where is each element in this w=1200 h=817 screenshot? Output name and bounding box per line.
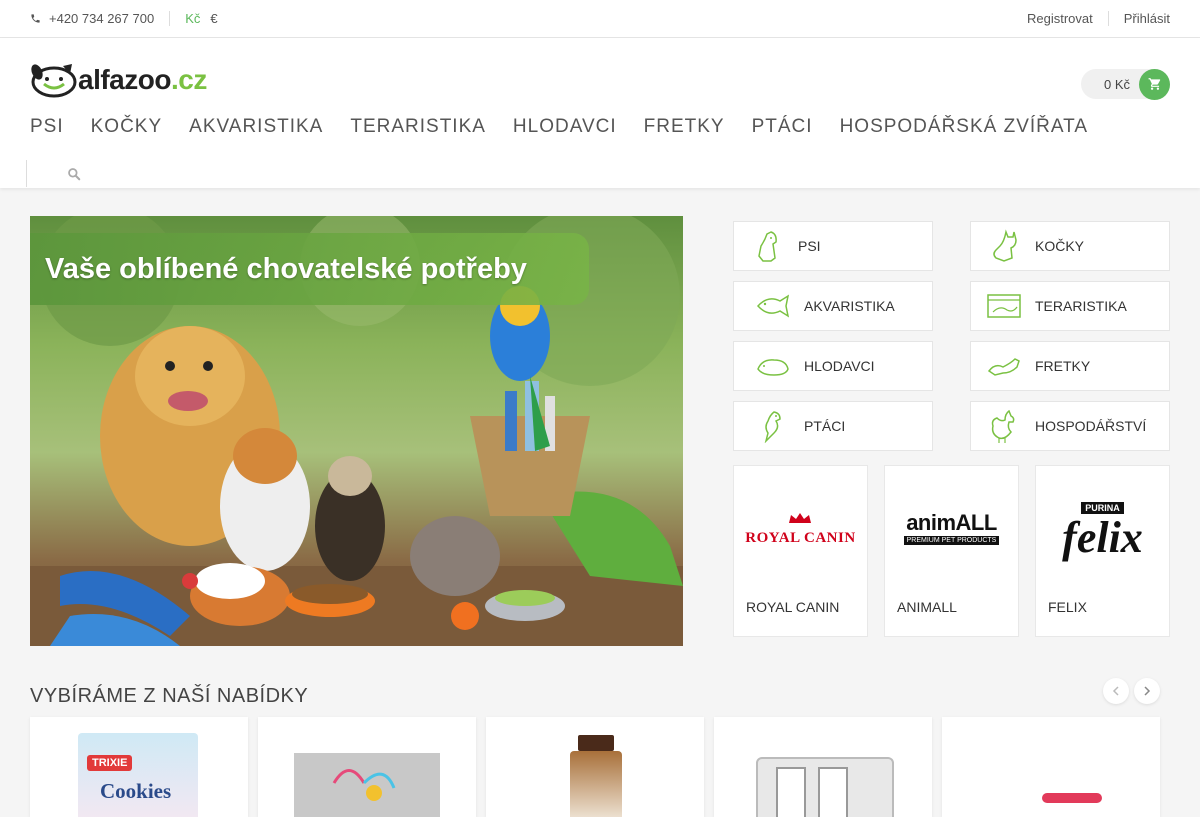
cart-widget[interactable]: 0 Kč: [1080, 68, 1170, 100]
ferret-icon: [979, 346, 1029, 386]
category-label: HOSPODÁŘSTVÍ: [1035, 418, 1147, 434]
dog-icon: [742, 226, 792, 266]
category-label: KOČKY: [1035, 238, 1085, 254]
brand-name: ANIMALL: [897, 599, 957, 615]
crown-icon: [789, 512, 812, 523]
currency-czk[interactable]: Kč: [185, 11, 200, 26]
register-link[interactable]: Registrovat: [1012, 11, 1109, 26]
nav-item-ptaci[interactable]: PTÁCI: [752, 116, 813, 138]
category-hospodarstvi[interactable]: HOSPODÁŘSTVÍ: [970, 401, 1170, 451]
top-bar: +420 734 267 700 Kč € Registrovat Přihlá…: [0, 0, 1200, 38]
nav-item-fretky[interactable]: FRETKY: [644, 116, 725, 138]
nav-item-teraristika[interactable]: TERARISTIKA: [350, 116, 486, 138]
product-cap: [578, 735, 614, 751]
phone-icon: [31, 14, 40, 23]
product-image: [756, 757, 894, 817]
logo-tld: .cz: [170, 64, 207, 95]
chevron-left-icon: [1112, 686, 1119, 696]
product-image: [294, 753, 440, 817]
brand-name: FELIX: [1048, 599, 1087, 615]
cart-icon: [1148, 78, 1160, 90]
category-label: AKVARISTIKA: [804, 298, 895, 314]
product-label: Cookies: [100, 779, 172, 803]
product-card[interactable]: [258, 717, 476, 817]
brand-card-felix[interactable]: PURINA felix FELIX: [1035, 465, 1170, 637]
product-card[interactable]: [942, 717, 1160, 817]
search-icon: [68, 167, 81, 180]
category-hlodavci[interactable]: HLODAVCI: [733, 341, 933, 391]
search-toggle[interactable]: [26, 160, 106, 187]
category-akvaristika[interactable]: AKVARISTIKA: [733, 281, 933, 331]
brand-logo-topline: PURINA: [1081, 501, 1124, 514]
brand-logo-text: felix: [1062, 512, 1143, 562]
logo-pets-icon: [31, 64, 77, 98]
brand-logo-text: animALL: [906, 510, 997, 535]
cart-total: 0 Kč: [1103, 76, 1130, 92]
carousel-next-button[interactable]: [1134, 678, 1160, 704]
brand-logo-felix: PURINA felix: [1036, 466, 1169, 591]
product-image: [570, 751, 622, 817]
phone-number: +420 734 267 700: [49, 11, 155, 26]
site-header: alfazoo .cz 0 Kč PSI KOČKY AKVARISTIKA TE…: [0, 38, 1200, 188]
category-label: FRETKY: [1035, 358, 1091, 374]
fish-icon: [748, 286, 798, 326]
product-card[interactable]: TRIXIE Cookies: [30, 717, 248, 817]
nav-item-psi[interactable]: PSI: [30, 116, 64, 138]
bird-icon: [748, 406, 798, 446]
terrarium-icon: [979, 286, 1029, 326]
nav-item-hlodavci[interactable]: HLODAVCI: [513, 116, 617, 138]
nav-item-kocky[interactable]: KOČKY: [91, 116, 163, 138]
category-psi[interactable]: PSI: [733, 221, 933, 271]
category-label: TERARISTIKA: [1035, 298, 1127, 314]
category-kocky[interactable]: KOČKY: [970, 221, 1170, 271]
product-card[interactable]: [714, 717, 932, 817]
product-image: [1042, 793, 1102, 803]
hero-banner[interactable]: Vaše oblíbené chovatelské potřeby: [30, 216, 683, 646]
category-label: PSI: [798, 238, 821, 254]
brand-name: ROYAL CANIN: [746, 599, 840, 615]
product-image: [78, 733, 198, 817]
brand-logo-subtext: PREMIUM PET PRODUCTS: [903, 536, 1000, 545]
rooster-icon: [979, 406, 1029, 446]
logo-text: alfazoo: [78, 64, 171, 95]
site-logo[interactable]: alfazoo .cz: [30, 62, 207, 98]
brand-card-royal-canin[interactable]: ROYAL CANIN ROYAL CANIN: [733, 465, 868, 637]
product-brand-badge: TRIXIE: [87, 755, 133, 771]
cat-icon: [979, 226, 1029, 266]
carousel-controls: [1103, 678, 1160, 704]
brand-logo-text: ROYAL CANIN: [745, 529, 856, 546]
currency-eur[interactable]: €: [210, 11, 217, 26]
brand-logo-animall: animALL PREMIUM PET PRODUCTS: [885, 466, 1018, 591]
carousel-prev-button[interactable]: [1103, 678, 1129, 704]
category-ptaci[interactable]: PTÁCI: [733, 401, 933, 451]
cart-button[interactable]: [1139, 68, 1170, 100]
nav-item-akvaristika[interactable]: AKVARISTIKA: [189, 116, 323, 138]
brand-card-animall[interactable]: animALL PREMIUM PET PRODUCTS ANIMALL: [884, 465, 1019, 637]
chevron-right-icon: [1144, 686, 1151, 696]
category-label: HLODAVCI: [804, 358, 875, 374]
brand-logo-royal-canin: ROYAL CANIN: [734, 466, 867, 591]
login-link[interactable]: Přihlásit: [1109, 11, 1170, 26]
category-teraristika[interactable]: TERARISTIKA: [970, 281, 1170, 331]
category-fretky[interactable]: FRETKY: [970, 341, 1170, 391]
hero-headline: Vaše oblíbené chovatelské potřeby: [30, 233, 589, 305]
rodent-icon: [748, 346, 798, 386]
product-card[interactable]: [486, 717, 704, 817]
category-label: PTÁCI: [804, 418, 846, 434]
featured-section-title: VYBÍRÁME Z NAŠÍ NABÍDKY: [30, 685, 309, 707]
main-nav: PSI KOČKY AKVARISTIKA TERARISTIKA HLODAV…: [30, 116, 1088, 138]
nav-item-hospodarska-zvirata[interactable]: HOSPODÁŘSKÁ ZVÍŘATA: [840, 116, 1088, 138]
phone-contact[interactable]: +420 734 267 700: [30, 11, 171, 26]
